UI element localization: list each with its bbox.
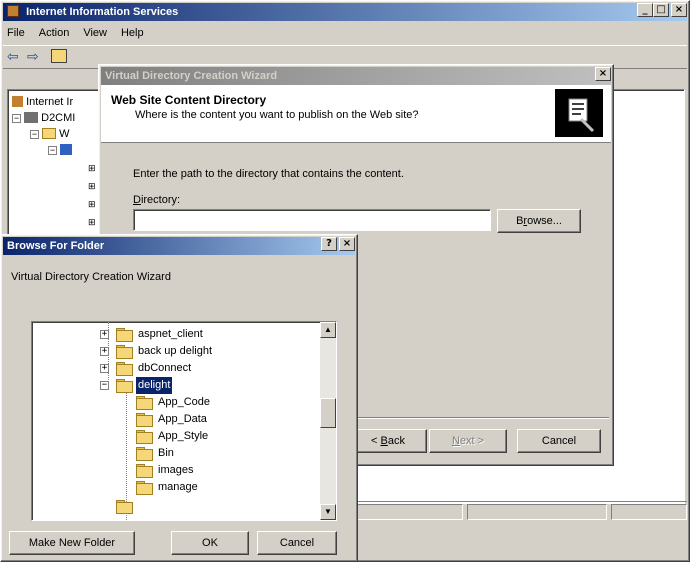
wizard-header-icon	[555, 89, 603, 137]
browse-titlebar[interactable]: Browse For Folder	[3, 237, 355, 255]
server-icon	[24, 112, 39, 123]
menubar: File Action View Help	[3, 23, 687, 43]
expand-icon[interactable]: +	[100, 364, 109, 373]
wizard-page-subtitle: Where is the content you want to publish…	[135, 109, 419, 121]
folder-icon	[136, 481, 153, 495]
folder-icon	[136, 396, 153, 410]
folder-tree-scrollbar[interactable]: ▲ ▼	[320, 322, 336, 520]
browse-cancel-button[interactable]: Cancel	[257, 531, 337, 555]
expand-icon[interactable]: ⊞	[88, 178, 96, 195]
status-cell	[611, 504, 687, 520]
browse-folder-dialog: Browse For Folder ? × Virtual Directory …	[0, 234, 358, 562]
expand-icon[interactable]: ⊞	[88, 214, 96, 231]
wizard-titlebar[interactable]: Virtual Directory Creation Wizard	[101, 67, 611, 85]
up-folder-icon[interactable]	[51, 49, 67, 63]
browse-description: Virtual Directory Creation Wizard	[11, 271, 171, 283]
back-arrow-icon[interactable]: ⇦	[7, 48, 19, 65]
menu-help[interactable]: Help	[121, 27, 144, 39]
tree-item-websites[interactable]: − W	[30, 126, 70, 143]
scroll-thumb[interactable]	[320, 398, 336, 428]
folder-icon	[42, 128, 57, 139]
back-button[interactable]: < Back	[349, 429, 427, 453]
folder-icon	[136, 430, 153, 444]
iis-titlebar[interactable]: Internet Information Services	[3, 3, 687, 21]
collapse-icon[interactable]: −	[48, 146, 57, 155]
browse-button[interactable]: Browse...	[497, 209, 581, 233]
menu-action[interactable]: Action	[39, 27, 70, 39]
wizard-header: Web Site Content Directory Where is the …	[101, 85, 611, 143]
wizard-cancel-button[interactable]: Cancel	[517, 429, 601, 453]
browse-close-button[interactable]: ×	[339, 237, 355, 251]
make-new-folder-button[interactable]: Make New Folder	[9, 531, 135, 555]
expand-icon[interactable]: +	[100, 347, 109, 356]
website-icon	[60, 144, 73, 155]
forward-arrow-icon[interactable]: ⇨	[27, 48, 39, 65]
folder-icon	[116, 500, 133, 514]
tree-item-root[interactable]: Internet Ir	[12, 94, 73, 111]
status-cell	[467, 504, 607, 520]
tree-item-server[interactable]: − D2CMI	[12, 110, 75, 127]
collapse-icon[interactable]: −	[12, 114, 21, 123]
maximize-button[interactable]: □	[653, 3, 669, 17]
folder-icon	[136, 447, 153, 461]
folder-icon	[136, 413, 153, 427]
minimize-button[interactable]: _	[637, 3, 653, 17]
scroll-up-arrow-icon[interactable]: ▲	[320, 322, 336, 338]
collapse-icon[interactable]: −	[30, 130, 39, 139]
collapse-icon[interactable]: −	[100, 381, 109, 390]
menu-view[interactable]: View	[83, 27, 107, 39]
menu-file[interactable]: File	[7, 27, 25, 39]
iis-root-icon	[12, 96, 23, 107]
expand-icon[interactable]: ⊞	[88, 160, 96, 177]
expand-icon[interactable]: +	[100, 330, 109, 339]
iis-title: Internet Information Services	[26, 6, 179, 18]
next-button[interactable]: Next >	[429, 429, 507, 453]
folder-icon	[116, 362, 133, 376]
folder-icon	[116, 345, 133, 359]
help-button[interactable]: ?	[321, 237, 337, 251]
browse-title: Browse For Folder	[7, 240, 105, 252]
folder-icon	[116, 328, 133, 342]
scroll-down-arrow-icon[interactable]: ▼	[320, 504, 336, 520]
open-folder-icon	[116, 379, 133, 393]
wizard-title: Virtual Directory Creation Wizard	[105, 70, 278, 82]
wizard-instruction: Enter the path to the directory that con…	[133, 168, 404, 180]
wizard-close-button[interactable]: ×	[595, 67, 611, 81]
wizard-page-title: Web Site Content Directory	[111, 93, 267, 107]
tree-item-site[interactable]: −	[48, 142, 73, 159]
folder-tree[interactable]: + aspnet_client + back up delight + dbCo…	[31, 321, 337, 521]
folder-icon	[136, 464, 153, 478]
ok-button[interactable]: OK	[171, 531, 249, 555]
directory-label: Directory:	[133, 194, 181, 206]
expand-icon[interactable]: ⊞	[88, 196, 96, 213]
close-button[interactable]: ×	[671, 3, 687, 17]
iis-app-icon	[7, 5, 19, 17]
directory-input[interactable]	[133, 209, 491, 231]
